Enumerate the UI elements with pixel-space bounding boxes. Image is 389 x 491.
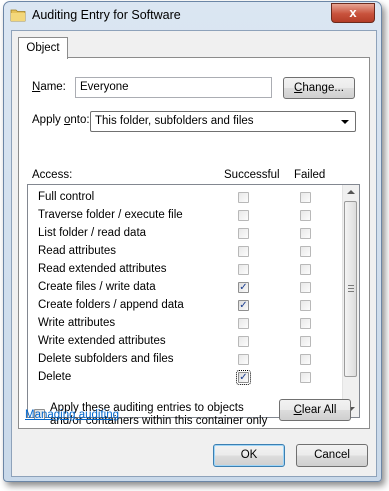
close-button[interactable]: x [331,3,375,23]
failed-checkbox[interactable] [300,228,311,239]
permission-name: Read attributes [38,245,116,257]
window-title: Auditing Entry for Software [32,8,181,22]
failed-checkbox[interactable] [300,246,311,257]
dialog-client: Object Name: Everyone Change... Apply on… [11,30,377,477]
successful-column-header: Successful [224,169,280,181]
apply-onto-dropdown[interactable]: This folder, subfolders and files [90,111,356,132]
failed-checkbox[interactable] [300,336,311,347]
permission-row: Delete subfolders and files [28,351,342,369]
dialog-window: Auditing Entry for Software x Object Nam… [3,1,382,482]
failed-checkbox[interactable] [300,264,311,275]
failed-checkbox[interactable] [300,282,311,293]
permission-row: Read attributes [28,243,342,261]
permission-name: Full control [38,191,95,203]
managing-auditing-link[interactable]: Managing auditing [25,409,119,421]
name-label: Name: [32,81,66,93]
failed-column-header: Failed [294,169,326,181]
successful-checkbox[interactable] [238,192,249,203]
permission-row: Read extended attributes [28,261,342,279]
permission-name: List folder / read data [38,227,147,239]
permission-name: Write attributes [38,317,116,329]
apply-onto-value: This folder, subfolders and files [95,115,254,127]
folder-icon [10,9,26,22]
permission-name: Traverse folder / execute file [38,209,183,221]
failed-checkbox[interactable] [300,210,311,221]
permission-row: Full control [28,189,342,207]
permission-row: List folder / read data [28,225,342,243]
successful-checkbox[interactable] [238,228,249,239]
object-panel: Name: Everyone Change... Apply onto: Thi… [18,57,370,429]
ok-button[interactable]: OK [213,444,285,467]
cancel-button[interactable]: Cancel [296,444,368,467]
failed-checkbox[interactable] [300,354,311,365]
permission-name: Delete [38,371,72,383]
permission-row: Delete ✓ [28,369,342,387]
permission-name: Create folders / append data [38,299,184,311]
scroll-thumb[interactable] [344,201,357,377]
title-bar[interactable]: Auditing Entry for Software x [4,2,381,30]
change-button[interactable]: Change... [283,77,355,99]
permission-name: Delete subfolders and files [38,353,174,365]
access-label: Access: [32,169,73,181]
tab-object[interactable]: Object [18,37,68,59]
permission-name: Write extended attributes [38,335,166,347]
failed-checkbox[interactable] [300,372,311,383]
apply-onto-label: Apply onto: [32,114,90,126]
permission-name: Read extended attributes [38,263,167,275]
permission-row: Write attributes [28,315,342,333]
successful-checkbox[interactable] [238,336,249,347]
failed-checkbox[interactable] [300,192,311,203]
name-field[interactable]: Everyone [75,77,272,98]
successful-checkbox[interactable]: ✓ [238,300,249,311]
permission-row: Traverse folder / execute file [28,207,342,225]
permission-row: Write extended attributes [28,333,342,351]
permission-row: Create folders / append data ✓ [28,297,342,315]
failed-checkbox[interactable] [300,300,311,311]
successful-checkbox[interactable] [238,264,249,275]
access-scrollbar[interactable] [342,185,359,417]
chevron-down-icon [341,120,349,124]
successful-checkbox[interactable] [238,318,249,329]
permission-row: Create files / write data ✓ [28,279,342,297]
successful-checkbox[interactable]: ✓ [236,370,251,385]
failed-checkbox[interactable] [300,318,311,329]
scroll-up-icon[interactable] [347,190,355,194]
clear-all-button[interactable]: Clear All [279,399,351,421]
permission-name: Create files / write data [38,281,156,293]
successful-checkbox[interactable] [238,210,249,221]
successful-checkbox[interactable] [238,354,249,365]
successful-checkbox[interactable]: ✓ [238,282,249,293]
access-list[interactable]: Full control Traverse folder / execute fi… [27,184,360,418]
successful-checkbox[interactable] [238,246,249,257]
